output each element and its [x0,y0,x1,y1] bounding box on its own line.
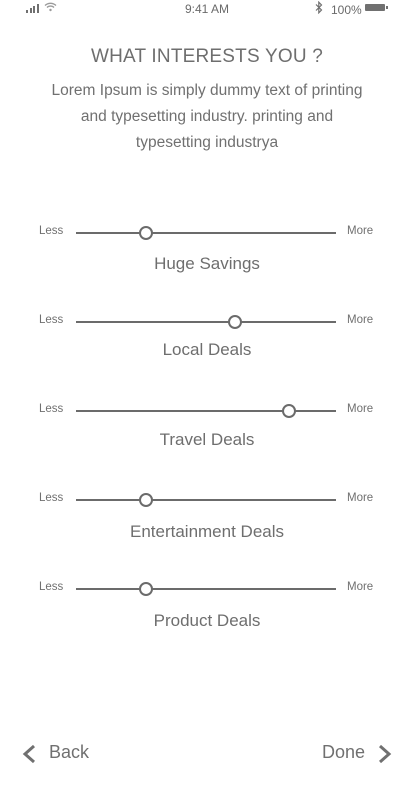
done-label: Done [321,742,365,762]
slider-max-label: More [347,314,374,326]
chevron-right-icon [379,744,392,764]
slider-min-label: Less [39,581,64,593]
status-bar: 9:41 AM 100% [0,0,414,18]
slider-thumb[interactable] [282,404,297,418]
slider-thumb[interactable] [139,582,154,596]
slider-label: Product Deals [153,611,261,630]
interest-slider: Less More Product Deals [0,581,414,641]
slider-min-label: Less [39,314,64,326]
slider-thumb[interactable] [139,226,154,240]
page-subtitle: Lorem Ipsum is simply dummy text of prin… [51,82,363,151]
slider-track[interactable] [76,321,336,323]
slider-track[interactable] [76,588,336,590]
slider-label: Entertainment Deals [129,522,285,541]
slider-thumb[interactable] [227,315,242,329]
done-button[interactable]: Done [321,742,392,764]
slider-track[interactable] [76,232,336,234]
interest-slider: Less More Travel Deals [0,403,414,463]
slider-label: Travel Deals [159,430,255,449]
chevron-left-icon [22,744,35,764]
slider-min-label: Less [39,492,64,504]
slider-max-label: More [347,225,374,237]
slider-max-label: More [347,403,374,415]
back-button[interactable]: Back [22,742,90,764]
page-title: WHAT INTERESTS YOU ? [90,46,324,67]
back-label: Back [49,742,90,762]
interest-slider: Less More Entertainment Deals [0,492,414,552]
slider-min-label: Less [39,403,64,415]
slider-label: Huge Savings [154,254,260,273]
bluetooth-icon [315,1,323,14]
slider-min-label: Less [39,225,64,237]
slider-track[interactable] [76,499,336,501]
slider-max-label: More [347,581,374,593]
slider-max-label: More [347,492,374,504]
slider-label: Local Deals [162,340,252,359]
interest-slider: Less More Local Deals [0,314,414,374]
battery-percent: 100% [331,3,362,17]
slider-track[interactable] [76,410,336,412]
battery-icon [365,4,388,11]
interest-slider: Less More Huge Savings [0,225,414,285]
slider-thumb[interactable] [139,493,154,507]
